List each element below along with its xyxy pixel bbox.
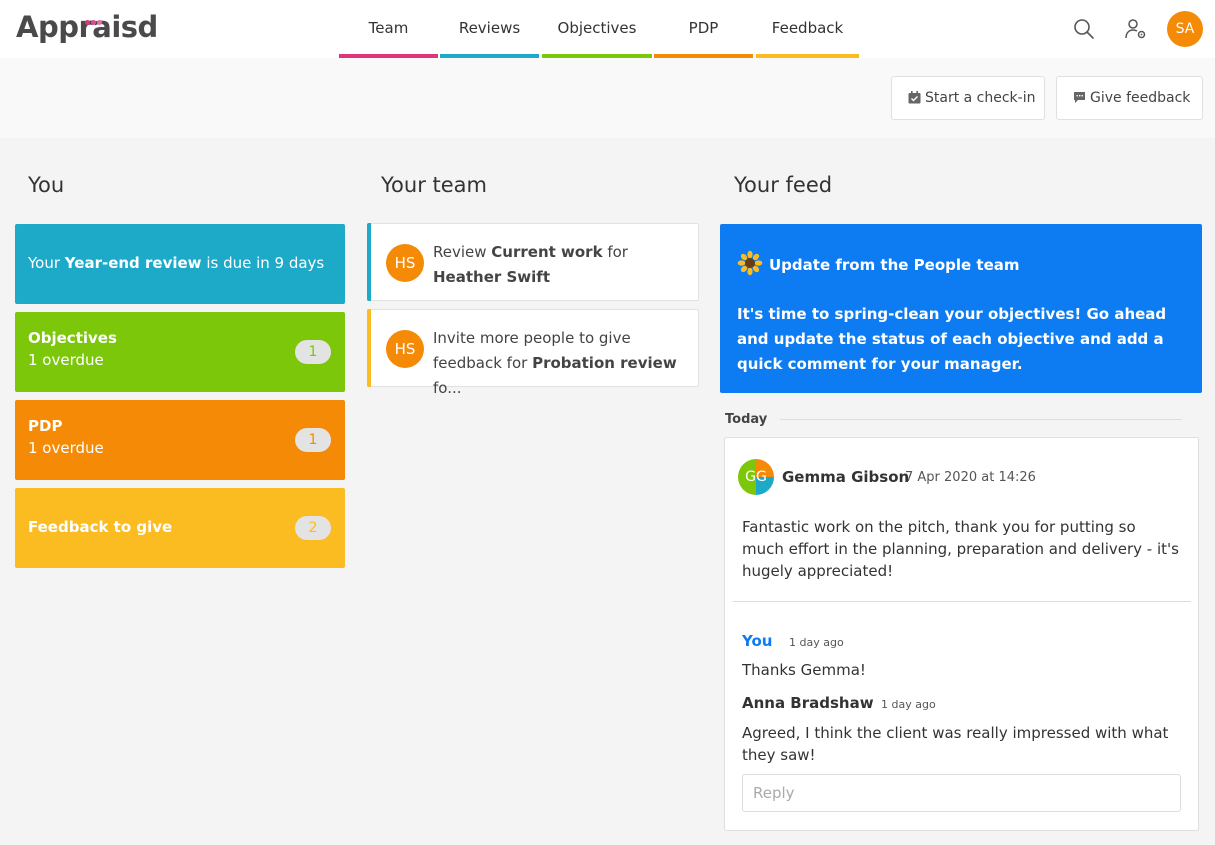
you-heading: You [28, 173, 65, 197]
task-review-name: Current work [491, 243, 603, 261]
tab-team-label: Team [368, 19, 409, 37]
comment-text: Agreed, I think the client was really im… [742, 724, 1169, 764]
start-checkin-label: Start a check-in [925, 90, 1036, 106]
review-prefix: Your [28, 254, 65, 272]
task-text-pre: Review [433, 243, 492, 261]
update-title: Update from the People team [769, 256, 1020, 274]
task-text-post: fo... [433, 379, 462, 397]
top-header: Appraisd Team Reviews Objectives PDP Fee… [0, 0, 1215, 58]
feedback-count-badge: 2 [295, 516, 331, 540]
avatar[interactable]: GG [738, 459, 774, 495]
tab-reviews-label: Reviews [458, 19, 521, 37]
comment-icon [1074, 92, 1085, 103]
post-timestamp: 7 Apr 2020 at 14:26 [905, 470, 1036, 485]
update-body: It's time to spring-clean your objective… [737, 305, 1167, 373]
update-header: Update from the People team [737, 250, 1020, 276]
team-task-review[interactable]: HS Review Current work for Heather Swift [367, 223, 699, 301]
task-text-mid: for [602, 243, 628, 261]
review-name: Year-end review [64, 254, 202, 272]
comment-author[interactable]: Anna Bradshaw [742, 694, 874, 712]
search-icon[interactable] [1072, 17, 1096, 41]
task-review-name: Probation review [532, 354, 677, 372]
comment-time: 1 day ago [881, 698, 936, 711]
objectives-count-badge: 1 [295, 340, 331, 364]
pdp-count-badge: 1 [295, 428, 331, 452]
feed-section-today: Today [725, 412, 768, 427]
tab-pdp[interactable]: PDP [654, 0, 753, 58]
people-team-update: Update from the People team It's time to… [720, 224, 1202, 393]
post-message: Fantastic work on the pitch, thank you f… [742, 518, 1179, 580]
start-checkin-button[interactable]: Start a check-in [891, 76, 1045, 120]
task-person-name: Heather Swift [433, 268, 550, 286]
task-accent [367, 309, 371, 387]
tab-objectives-label: Objectives [557, 19, 637, 37]
calendar-check-icon [908, 91, 921, 104]
post-author[interactable]: Gemma Gibson [782, 468, 909, 486]
avatar: HS [386, 330, 424, 368]
feedback-to-give-card[interactable]: Feedback to give 2 [15, 488, 345, 568]
your-feed-heading: Your feed [734, 173, 833, 197]
review-suffix: is due in 9 days [201, 254, 325, 272]
reply-input[interactable] [742, 774, 1181, 812]
action-bar: Start a check-in Give feedback [0, 58, 1215, 138]
tab-reviews[interactable]: Reviews [440, 0, 539, 58]
comment-author[interactable]: You [742, 632, 772, 650]
pdp-card[interactable]: PDP 1 overdue 1 [15, 400, 345, 480]
task-text: Invite more people to give feedback for … [433, 326, 688, 401]
task-accent [367, 223, 371, 301]
tab-team[interactable]: Team [339, 0, 438, 58]
give-feedback-label: Give feedback [1090, 90, 1191, 106]
tab-objectives[interactable]: Objectives [542, 0, 652, 58]
avatar: HS [386, 244, 424, 282]
tab-pdp-label: PDP [688, 19, 719, 37]
user-avatar[interactable]: SA [1167, 11, 1203, 47]
give-feedback-button[interactable]: Give feedback [1056, 76, 1203, 120]
feedback-post: GG Gemma Gibson 7 Apr 2020 at 14:26 Fant… [724, 437, 1199, 831]
divider [733, 601, 1191, 602]
tab-feedback[interactable]: Feedback [756, 0, 859, 58]
logo-dots [85, 11, 103, 29]
year-end-review-card[interactable]: Your Year-end review is due in 9 days [15, 224, 345, 304]
task-text: Review Current work for Heather Swift [433, 240, 688, 290]
sunflower-icon [737, 250, 763, 276]
objectives-card[interactable]: Objectives 1 overdue 1 [15, 312, 345, 392]
team-task-invite[interactable]: HS Invite more people to give feedback f… [367, 309, 699, 397]
comment-text: Thanks Gemma! [742, 661, 866, 679]
comment-time: 1 day ago [789, 636, 844, 649]
your-team-heading: Your team [381, 173, 487, 197]
divider [780, 419, 1182, 420]
tab-feedback-label: Feedback [771, 19, 844, 37]
user-settings-icon[interactable] [1124, 17, 1148, 41]
